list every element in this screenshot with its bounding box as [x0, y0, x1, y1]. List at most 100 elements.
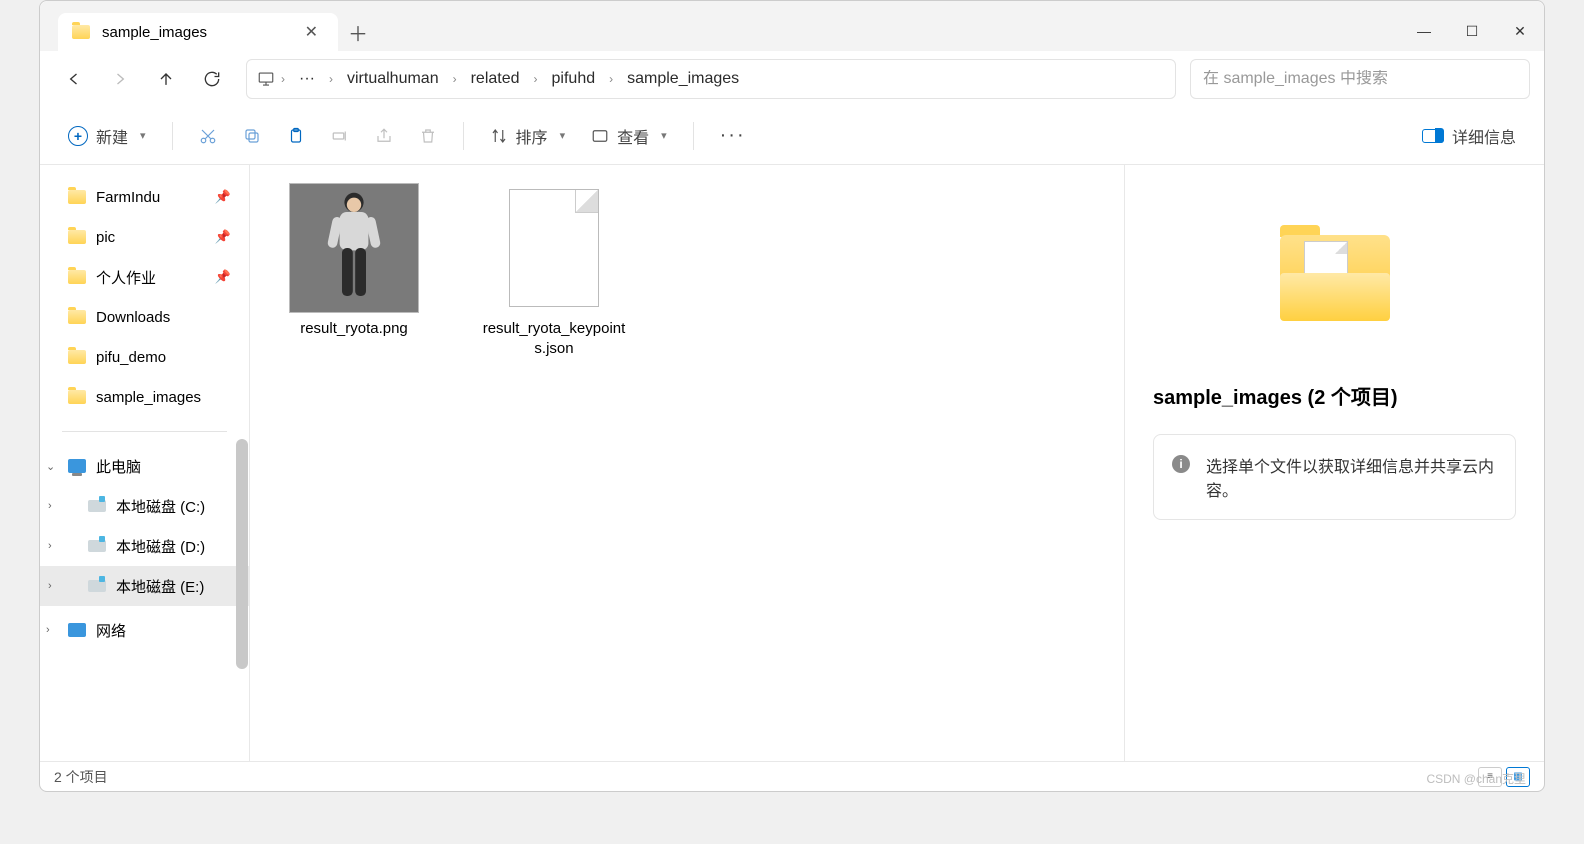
sidebar-label: Downloads — [96, 309, 170, 326]
details-hint-text: 选择单个文件以获取详细信息并共享云内容。 — [1206, 453, 1497, 501]
disk-icon — [88, 540, 106, 552]
chevron-right-icon[interactable]: › — [48, 500, 52, 512]
divider — [172, 122, 173, 150]
disk-icon — [88, 580, 106, 592]
details-hint-box: i 选择单个文件以获取详细信息并共享云内容。 — [1153, 434, 1516, 520]
chevron-right-icon[interactable]: › — [48, 540, 52, 552]
info-icon: i — [1172, 455, 1190, 473]
tab-title: sample_images — [102, 24, 207, 41]
folder-icon — [68, 190, 86, 204]
sidebar-item-sample-images[interactable]: sample_images — [40, 377, 249, 417]
search-input[interactable] — [1203, 70, 1517, 88]
sidebar-item-drive-d[interactable]: › 本地磁盘 (D:) — [40, 526, 249, 566]
sidebar-label: 本地磁盘 (E:) — [116, 576, 204, 597]
details-label: 详细信息 — [1452, 124, 1516, 148]
sidebar-label: 网络 — [96, 620, 126, 641]
chevron-right-icon: › — [451, 72, 459, 86]
sidebar-label: pic — [96, 229, 115, 246]
pin-icon: 📌 — [215, 269, 231, 285]
chevron-right-icon[interactable]: › — [48, 580, 52, 592]
details-toggle-button[interactable]: 详细信息 — [1412, 117, 1526, 155]
back-button[interactable] — [54, 59, 94, 99]
folder-icon — [68, 230, 86, 244]
window-controls: — ☐ ✕ — [1400, 11, 1544, 51]
details-pane-icon — [1422, 129, 1444, 143]
divider — [693, 122, 694, 150]
monitor-icon — [257, 70, 275, 88]
delete-button[interactable] — [409, 117, 447, 155]
sidebar-item-pic[interactable]: pic 📌 — [40, 217, 249, 257]
crumb-sample-images[interactable]: sample_images — [619, 66, 747, 92]
crumb-virtualhuman[interactable]: virtualhuman — [339, 66, 447, 92]
rename-button[interactable] — [321, 117, 359, 155]
file-list[interactable]: result_ryota.png result_ryota_keypoints.… — [250, 165, 1124, 761]
sidebar-item-network[interactable]: › 网络 — [40, 610, 249, 650]
sidebar-item-drive-c[interactable]: › 本地磁盘 (C:) — [40, 486, 249, 526]
close-window-button[interactable]: ✕ — [1496, 11, 1544, 51]
chevron-down-icon: ▾ — [661, 129, 667, 142]
crumb-pifuhd[interactable]: pifuhd — [544, 66, 604, 92]
sort-label: 排序 — [516, 124, 548, 148]
tab-active[interactable]: sample_images ✕ — [58, 13, 338, 51]
sort-button[interactable]: 排序 ▾ — [480, 117, 576, 155]
sidebar-item-farmindu[interactable]: FarmIndu 📌 — [40, 177, 249, 217]
chevron-right-icon: › — [279, 72, 287, 86]
sidebar-separator — [62, 431, 227, 432]
crumb-related[interactable]: related — [463, 66, 528, 92]
close-tab-button[interactable]: ✕ — [299, 18, 324, 46]
minimize-button[interactable]: — — [1400, 11, 1448, 51]
sidebar-item-this-pc[interactable]: ⌄ 此电脑 — [40, 446, 249, 486]
toolbar: + 新建 ▾ 排序 ▾ 查看 ▾ — [40, 107, 1544, 165]
sidebar-label: 本地磁盘 (D:) — [116, 536, 205, 557]
disk-icon — [88, 500, 106, 512]
refresh-button[interactable] — [192, 59, 232, 99]
person-icon — [314, 188, 394, 308]
sidebar-item-downloads[interactable]: Downloads — [40, 297, 249, 337]
image-thumbnail — [289, 183, 419, 313]
paste-button[interactable] — [277, 117, 315, 155]
status-bar: 2 个项目 ≡ ▦ — [40, 761, 1544, 791]
chevron-right-icon: › — [532, 72, 540, 86]
tab-strip: sample_images ✕ ＋ — [40, 13, 1400, 51]
item-count: 2 个项目 — [54, 767, 108, 787]
pin-icon: 📌 — [215, 229, 231, 245]
sidebar-label: sample_images — [96, 389, 201, 406]
chevron-right-icon[interactable]: › — [46, 624, 50, 636]
file-item-json[interactable]: result_ryota_keypoints.json — [474, 183, 634, 360]
chevron-down-icon[interactable]: ⌄ — [46, 460, 55, 473]
cut-button[interactable] — [189, 117, 227, 155]
file-name: result_ryota_keypoints.json — [479, 319, 629, 360]
file-item-png[interactable]: result_ryota.png — [274, 183, 434, 339]
explorer-window: sample_images ✕ ＋ — ☐ ✕ › · — [39, 0, 1545, 792]
folder-icon — [68, 350, 86, 364]
sidebar-item-pifu-demo[interactable]: pifu_demo — [40, 337, 249, 377]
chevron-down-icon: ▾ — [140, 129, 146, 142]
view-button[interactable]: 查看 ▾ — [581, 117, 677, 155]
monitor-icon — [68, 459, 86, 473]
sidebar-label: FarmIndu — [96, 189, 160, 206]
sidebar-item-drive-e[interactable]: › 本地磁盘 (E:) — [40, 566, 249, 606]
nav-sidebar: FarmIndu 📌 pic 📌 个人作业 📌 Downloads pifu_demo… — [40, 165, 250, 761]
sidebar-label: 此电脑 — [96, 456, 141, 477]
file-thumbnail — [489, 183, 619, 313]
more-button[interactable]: ··· — [710, 117, 756, 155]
sidebar-item-homework[interactable]: 个人作业 📌 — [40, 257, 249, 297]
search-box[interactable] — [1190, 59, 1530, 99]
maximize-button[interactable]: ☐ — [1448, 11, 1496, 51]
pin-icon: 📌 — [215, 189, 231, 205]
new-label: 新建 — [96, 124, 128, 148]
plus-circle-icon: + — [68, 126, 88, 146]
scrollbar-thumb[interactable] — [236, 439, 248, 669]
sidebar-label: 本地磁盘 (C:) — [116, 496, 205, 517]
share-button[interactable] — [365, 117, 403, 155]
breadcrumb-overflow[interactable]: ··· — [291, 66, 323, 92]
up-button[interactable] — [146, 59, 186, 99]
details-title: sample_images (2 个项目) — [1153, 381, 1398, 410]
folder-icon — [68, 310, 86, 324]
copy-button[interactable] — [233, 117, 271, 155]
sidebar-label: 个人作业 — [96, 267, 156, 288]
forward-button[interactable] — [100, 59, 140, 99]
breadcrumb[interactable]: › ··· › virtualhuman › related › pifuhd … — [246, 59, 1176, 99]
new-tab-button[interactable]: ＋ — [338, 13, 378, 51]
new-button[interactable]: + 新建 ▾ — [58, 117, 156, 155]
